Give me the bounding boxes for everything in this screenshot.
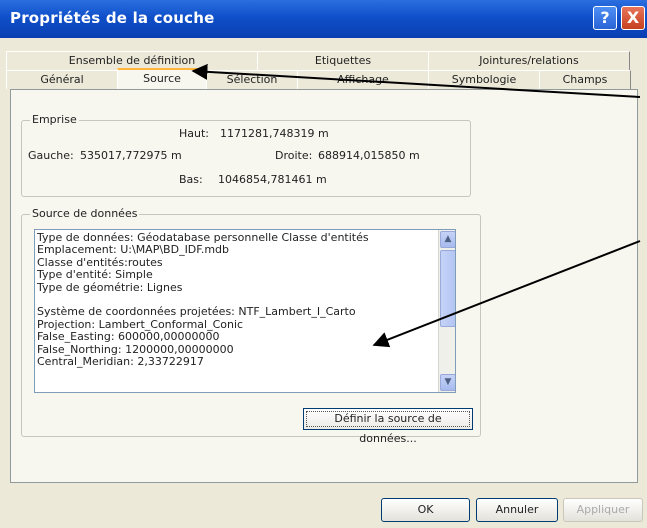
source-line: Type d'entité: Simple — [37, 268, 153, 282]
source-line: False_Easting: 600000,00000000 — [37, 330, 220, 344]
tab-symbologie[interactable]: Symbologie — [428, 70, 540, 89]
haut-value: 1171281,748319 m — [220, 127, 329, 140]
layer-properties-dialog: Propriétés de la couche ? X Ensemble de … — [0, 0, 647, 528]
help-button[interactable]: ? — [593, 6, 617, 30]
droite-label: Droite: — [275, 149, 313, 162]
bas-label: Bas: — [179, 173, 203, 186]
source-line: Système de coordonnées projetées: NTF_La… — [37, 305, 356, 319]
tab-row-front: Général Source Sélection Affichage Symbo… — [6, 68, 642, 90]
tab-general[interactable]: Général — [6, 70, 118, 89]
source-line: Central_Meridian: 2,33722917 — [37, 354, 204, 368]
source-line: Emplacement: U:\MAP\BD_IDF.mdb — [37, 243, 230, 257]
tab-etiquettes[interactable]: Etiquettes — [257, 51, 429, 70]
tab-row-back: Ensemble de définition Etiquettes Jointu… — [6, 51, 642, 70]
tab-jointures-relations[interactable]: Jointures/relations — [428, 51, 630, 70]
scroll-thumb[interactable] — [440, 250, 455, 327]
source-tab-panel: Emprise Haut: 1171281,748319 m Gauche: 5… — [10, 89, 638, 483]
source-legend: Source de données — [30, 207, 140, 220]
cancel-button[interactable]: Annuler — [476, 498, 558, 522]
scroll-up-icon[interactable]: ▲ — [440, 231, 455, 248]
tab-champs[interactable]: Champs — [539, 70, 631, 89]
emprise-legend: Emprise — [30, 113, 79, 126]
vertical-scrollbar[interactable]: ▲ ▼ — [438, 230, 455, 392]
apply-button[interactable]: Appliquer — [563, 498, 643, 522]
source-group: Source de données Type de données: Géoda… — [21, 207, 481, 445]
haut-label: Haut: — [179, 127, 210, 140]
source-info-lines: Type de données: Géodatabase personnelle… — [37, 231, 369, 368]
set-data-source-button[interactable]: Définir la source de données... — [303, 408, 473, 445]
ok-button[interactable]: OK — [381, 498, 470, 522]
gauche-label: Gauche: — [28, 149, 74, 162]
bas-value: 1046854,781461 m — [218, 173, 327, 186]
source-info-textarea[interactable]: Type de données: Géodatabase personnelle… — [34, 229, 456, 393]
gauche-value: 535017,772975 m — [80, 149, 182, 162]
title-bar[interactable]: Propriétés de la couche ? X — [0, 0, 647, 38]
emprise-group: Emprise Haut: 1171281,748319 m Gauche: 5… — [21, 113, 471, 197]
droite-value: 688914,015850 m — [318, 149, 420, 162]
tab-selection[interactable]: Sélection — [206, 70, 298, 89]
tab-affichage[interactable]: Affichage — [297, 70, 429, 89]
close-button[interactable]: X — [621, 6, 645, 30]
window-title: Propriétés de la couche — [10, 9, 215, 27]
tab-source[interactable]: Source — [117, 68, 207, 90]
source-line: Type de géométrie: Lignes — [37, 280, 183, 294]
scroll-down-icon[interactable]: ▼ — [440, 374, 455, 391]
